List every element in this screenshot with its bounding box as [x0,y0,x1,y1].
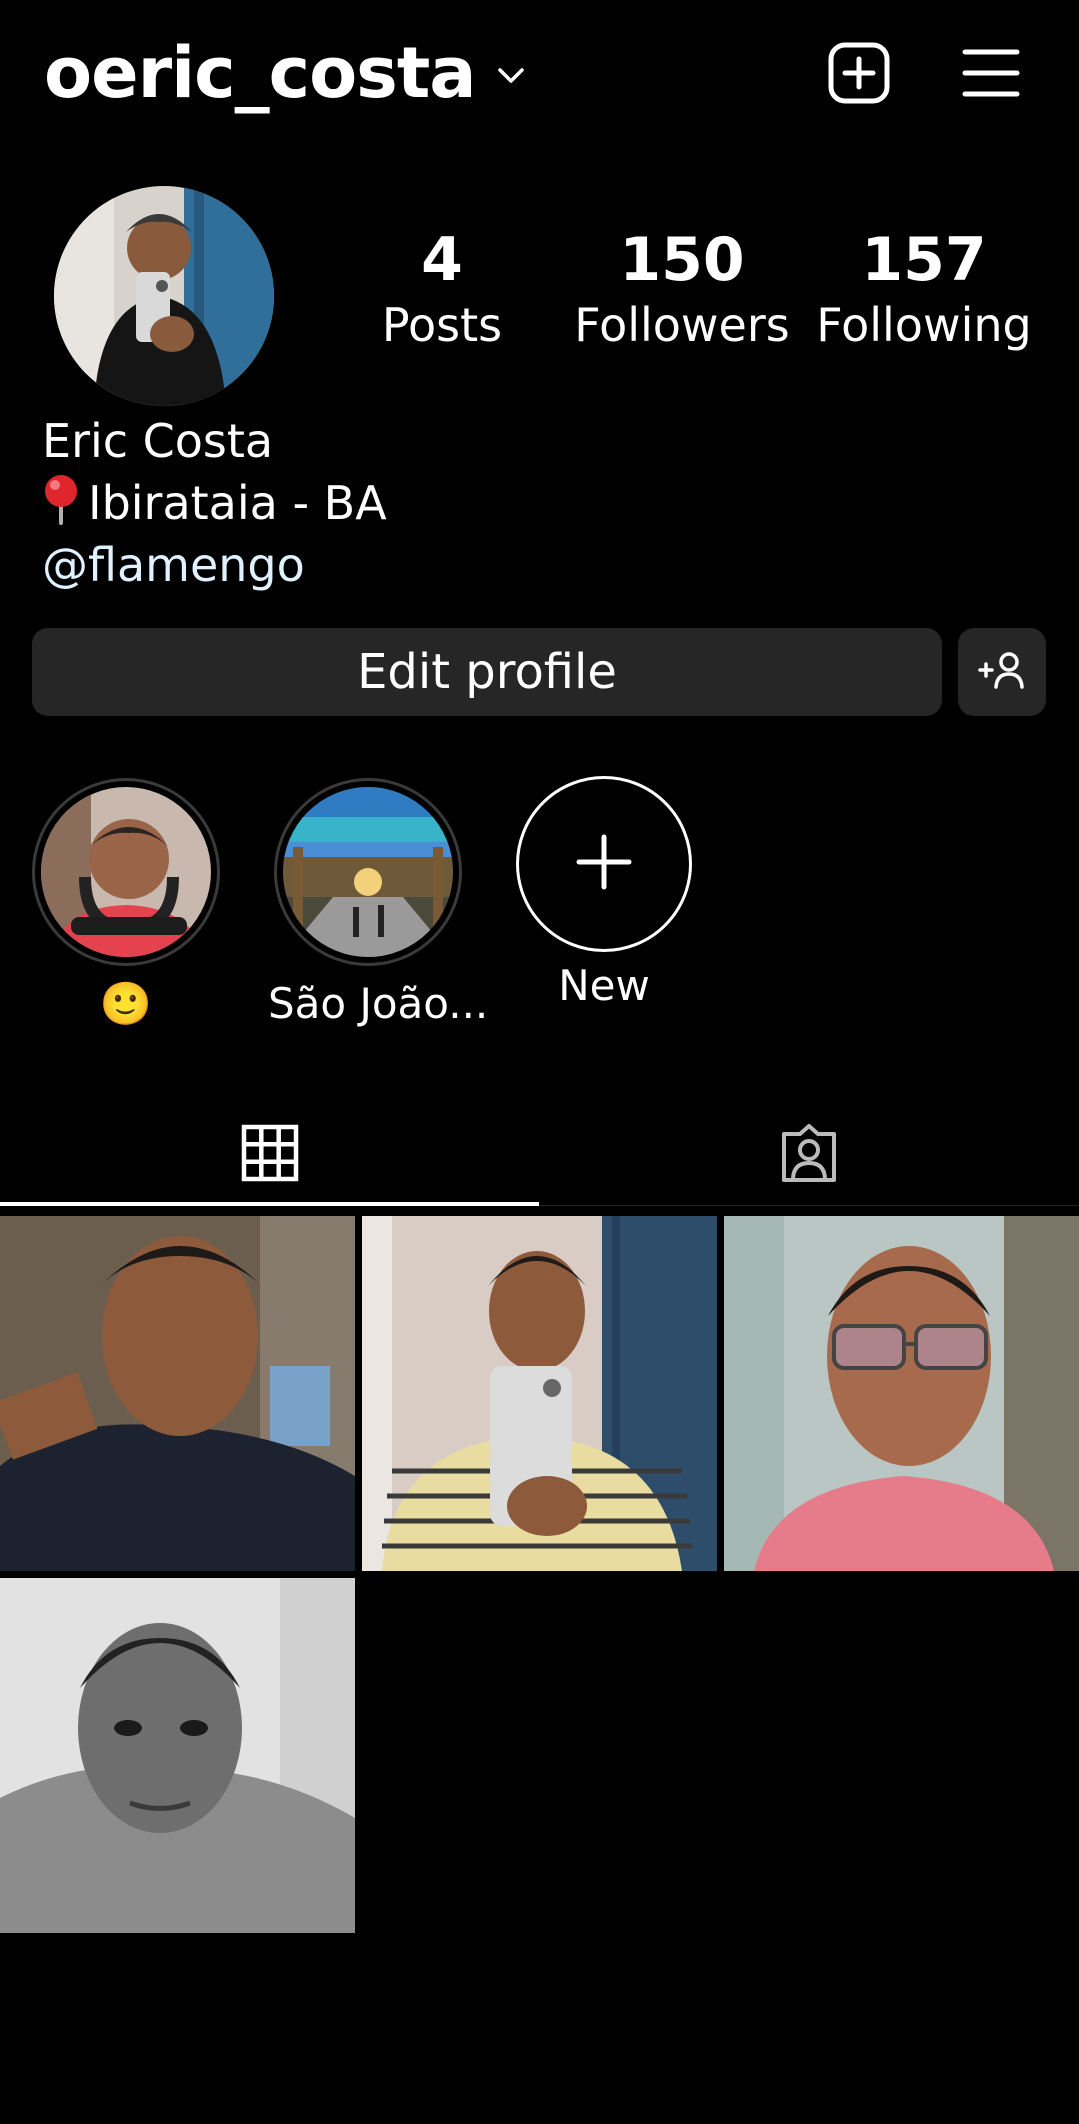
round-pushpin-icon [42,473,80,525]
posts-count: 4 Posts [372,225,512,355]
chevron-down-icon [497,68,524,88]
profile-bio: Eric Costa Ibirataia - BA @flamengo [42,410,387,596]
tab-tagged[interactable] [539,1100,1078,1210]
profile-header: oeric_costa [0,0,1079,150]
post-thumbnail[interactable] [724,1216,1079,1571]
followers-count-label: Followers [574,298,790,352]
following-count-label: Following [816,298,1032,352]
tab-posts-grid[interactable] [0,1100,539,1210]
discover-people-button[interactable] [958,628,1046,716]
grid-icon [241,1124,299,1186]
highlight-label: São João... [268,979,489,1028]
post-thumbnail[interactable] [0,1216,355,1571]
new-highlight-ring [516,776,692,952]
highlight-label: 🙂 [99,979,153,1028]
new-highlight-label: New [558,961,650,1010]
person-add-icon [977,650,1027,694]
followers-count-value: 150 [619,225,745,295]
display-name: Eric Costa [42,414,274,468]
plus-square-icon [827,41,891,109]
new-highlight-button[interactable]: New [504,776,704,1014]
account-switcher[interactable]: oeric_costa [44,28,524,118]
active-tab-indicator [0,1202,539,1206]
highlight-ring [274,778,462,966]
post-thumbnail[interactable] [0,1578,355,1933]
following-count-value: 157 [861,225,987,295]
menu-button[interactable] [956,40,1026,110]
following-count[interactable]: 157 Following [810,225,1038,355]
tagged-person-icon [778,1122,840,1188]
highlight-cover [283,787,453,957]
profile-tabs [0,1100,1079,1210]
highlight-ring [32,778,220,966]
username: oeric_costa [44,32,477,114]
plus-icon [576,834,632,894]
posts-count-value: 4 [421,225,463,295]
highlight-item[interactable]: São João... [268,778,489,1032]
edit-profile-button[interactable]: Edit profile [32,628,942,716]
hamburger-menu-icon [962,47,1020,103]
location-text: Ibirataia - BA [88,476,387,530]
bio-handle-link[interactable]: @flamengo [42,534,387,596]
location-line: Ibirataia - BA [42,472,387,534]
post-thumbnail[interactable] [362,1216,717,1571]
highlight-item[interactable]: 🙂 [26,778,226,1032]
tab-divider [539,1205,1079,1206]
posts-count-label: Posts [381,298,503,352]
profile-avatar[interactable] [54,186,274,406]
highlight-cover [41,787,211,957]
followers-count[interactable]: 150 Followers [570,225,794,355]
create-post-button[interactable] [824,40,894,110]
